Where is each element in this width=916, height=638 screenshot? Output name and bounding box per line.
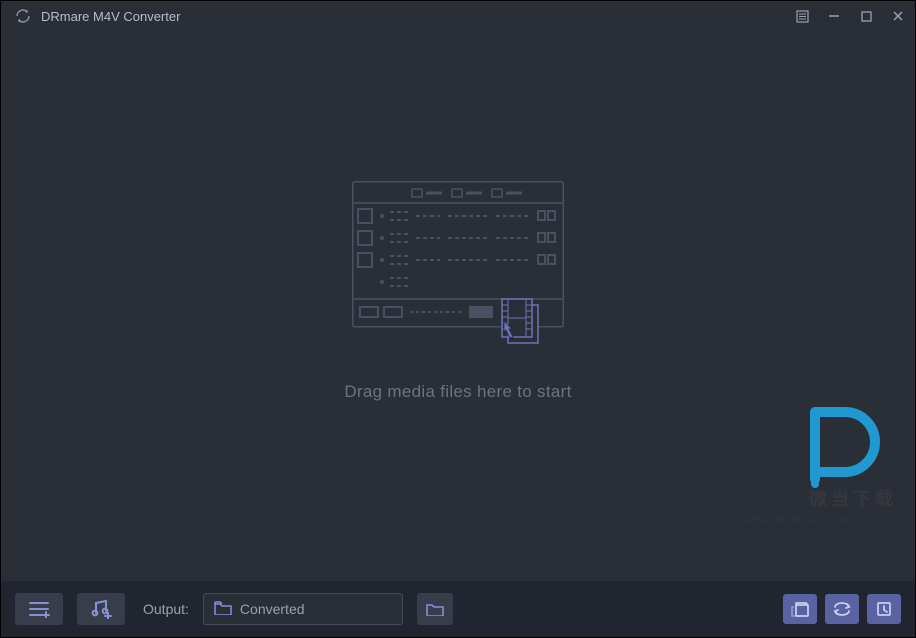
maximize-icon[interactable] xyxy=(859,9,873,23)
add-music-button[interactable] xyxy=(77,593,125,625)
format-button[interactable] xyxy=(783,594,817,624)
watermark-logo: 微当下载 WWW.WEIDOWN.COM xyxy=(795,394,891,495)
app-title: DRmare M4V Converter xyxy=(41,9,180,24)
right-button-group xyxy=(783,594,901,624)
menu-icon[interactable] xyxy=(795,9,809,23)
history-button[interactable] xyxy=(867,594,901,624)
output-label: Output: xyxy=(143,601,189,617)
window-controls xyxy=(795,9,905,23)
footer-toolbar: Output: Converted xyxy=(1,581,915,637)
app-window: DRmare M4V Converter xyxy=(0,0,916,638)
browse-folder-button[interactable] xyxy=(417,593,453,625)
close-icon[interactable] xyxy=(891,9,905,23)
watermark-text: 微当下载 xyxy=(809,485,897,511)
drop-illustration xyxy=(352,181,564,354)
drop-stage[interactable]: Drag media files here to start 微当下载 WWW.… xyxy=(1,31,915,581)
folder-icon xyxy=(214,601,232,618)
convert-button[interactable] xyxy=(825,594,859,624)
output-folder-value: Converted xyxy=(240,601,305,617)
output-folder-box[interactable]: Converted xyxy=(203,593,403,625)
app-logo-icon xyxy=(15,8,31,24)
drop-hint-text: Drag media files here to start xyxy=(344,382,571,402)
titlebar: DRmare M4V Converter xyxy=(1,1,915,31)
playlist-button[interactable] xyxy=(15,593,63,625)
watermark-url: WWW.WEIDOWN.COM xyxy=(740,515,851,525)
minimize-icon[interactable] xyxy=(827,9,841,23)
